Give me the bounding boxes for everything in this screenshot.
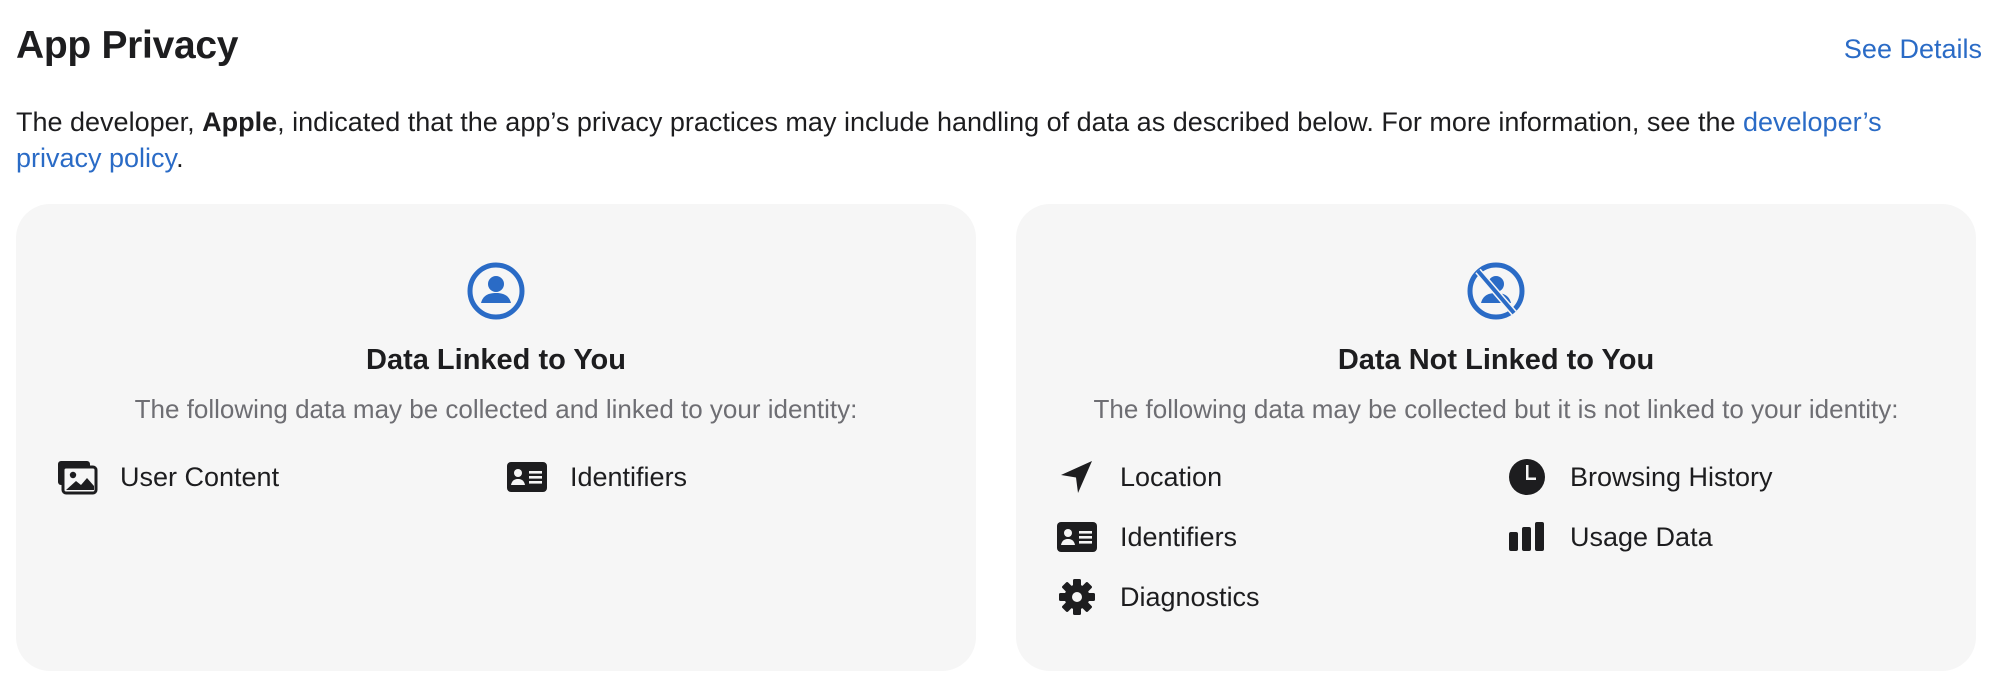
location-arrow-icon bbox=[1056, 457, 1098, 497]
gear-icon bbox=[1056, 577, 1098, 617]
id-card-icon bbox=[1056, 517, 1098, 557]
bar-chart-icon bbox=[1506, 517, 1548, 557]
data-type-browsing-history: Browsing History bbox=[1506, 457, 1773, 497]
section-title: App Privacy bbox=[16, 24, 239, 67]
clock-icon bbox=[1506, 457, 1548, 497]
data-type-usage-data: Usage Data bbox=[1506, 517, 1713, 557]
data-not-linked-card: Data Not Linked to You The following dat… bbox=[1016, 204, 1976, 671]
card-title: Data Not Linked to You bbox=[1337, 344, 1655, 376]
person-circle-icon bbox=[466, 261, 526, 321]
data-type-diagnostics: Diagnostics bbox=[1056, 577, 1260, 617]
card-title: Data Linked to You bbox=[366, 344, 626, 376]
data-type-identifiers: Identifiers bbox=[1056, 517, 1237, 557]
data-type-label: User Content bbox=[120, 462, 280, 492]
see-details-link[interactable]: See Details bbox=[1844, 32, 1982, 66]
id-card-icon bbox=[506, 457, 548, 497]
description-suffix: . bbox=[176, 143, 184, 173]
data-type-identifiers: Identifiers bbox=[506, 457, 687, 497]
developer-name: Apple bbox=[202, 107, 278, 137]
data-linked-card: Data Linked to You The following data ma… bbox=[16, 204, 976, 671]
person-slash-circle-icon bbox=[1466, 261, 1526, 321]
photos-icon bbox=[56, 457, 98, 497]
section-header: App Privacy See Details bbox=[16, 22, 1982, 72]
data-type-label: Location bbox=[1120, 462, 1223, 492]
data-type-location: Location bbox=[1056, 457, 1222, 497]
data-type-label: Usage Data bbox=[1570, 522, 1713, 552]
app-privacy-section: App Privacy See Details The developer, A… bbox=[0, 0, 1998, 700]
description-prefix: The developer, bbox=[16, 107, 203, 137]
data-type-label: Browsing History bbox=[1570, 462, 1773, 492]
data-type-label: Identifiers bbox=[1120, 522, 1238, 552]
data-type-user-content: User Content bbox=[56, 457, 279, 497]
card-subtitle: The following data may be collected and … bbox=[134, 394, 858, 424]
privacy-description: The developer, Apple, indicated that the… bbox=[16, 104, 1966, 176]
description-middle: , indicated that the app’s privacy pract… bbox=[277, 107, 1743, 137]
data-type-label: Identifiers bbox=[570, 462, 688, 492]
data-type-label: Diagnostics bbox=[1120, 582, 1260, 612]
card-subtitle: The following data may be collected but … bbox=[1093, 394, 1899, 424]
